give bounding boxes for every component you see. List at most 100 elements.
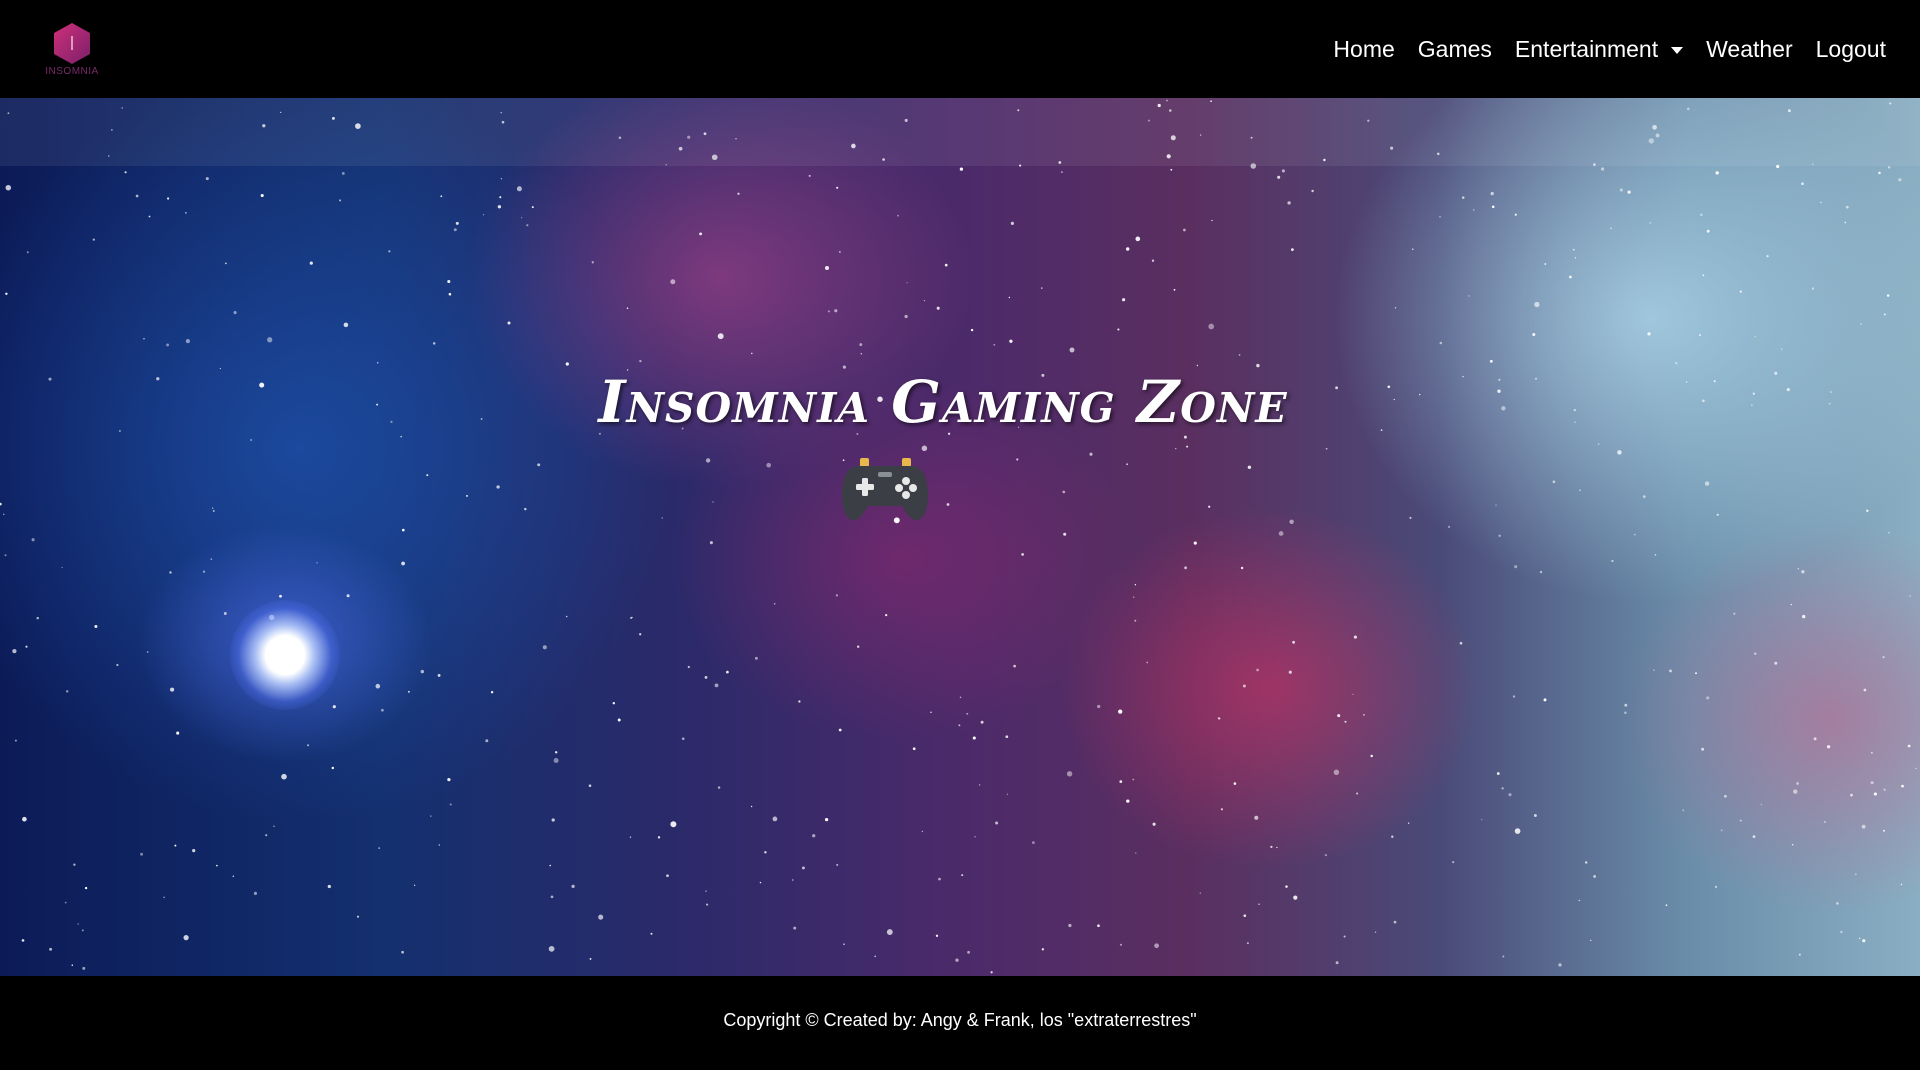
star [1695, 672, 1697, 675]
star [1502, 955, 1505, 958]
star [167, 197, 170, 200]
star [355, 123, 361, 129]
star [1533, 814, 1537, 817]
star [836, 186, 839, 189]
star [1863, 688, 1867, 692]
nav-link-weather[interactable]: Weather [1706, 36, 1793, 63]
star [1572, 248, 1575, 251]
star [966, 712, 969, 715]
star [378, 847, 381, 850]
star [1032, 841, 1035, 844]
star [507, 321, 511, 325]
star [1655, 133, 1660, 138]
star [1724, 794, 1727, 798]
star [192, 849, 196, 853]
star [1733, 612, 1736, 615]
star [1146, 661, 1149, 664]
star [343, 322, 349, 328]
nav-link-games[interactable]: Games [1418, 36, 1492, 63]
star [886, 929, 893, 936]
star [108, 155, 110, 157]
star [267, 337, 273, 343]
star [874, 955, 877, 958]
nav-link-home[interactable]: Home [1333, 36, 1394, 63]
star [1183, 228, 1186, 232]
star [687, 135, 691, 139]
star [280, 111, 282, 114]
star [935, 934, 939, 937]
star [36, 616, 39, 620]
star [265, 834, 268, 837]
star [548, 946, 555, 952]
nav-link-logout[interactable]: Logout [1816, 36, 1886, 63]
star [1363, 714, 1365, 716]
star [904, 118, 908, 122]
star [1760, 803, 1762, 806]
star [958, 724, 961, 727]
star [1208, 323, 1215, 330]
star [61, 566, 63, 569]
star [316, 562, 318, 564]
star [1233, 782, 1237, 785]
star [834, 309, 838, 313]
star [1394, 307, 1397, 309]
star [26, 251, 29, 254]
star [798, 700, 801, 703]
star [1017, 109, 1020, 112]
star [1887, 166, 1891, 169]
star [1006, 793, 1009, 795]
star [835, 594, 838, 597]
star [1287, 201, 1291, 205]
star [549, 864, 551, 867]
star [1490, 191, 1494, 196]
star [1352, 693, 1354, 695]
star [1333, 769, 1340, 776]
star [851, 143, 856, 149]
star [520, 217, 523, 219]
star [1412, 248, 1414, 250]
star [332, 117, 335, 120]
star [1489, 359, 1493, 363]
star [332, 705, 336, 709]
bright-star [230, 600, 340, 710]
star [169, 571, 172, 574]
star [432, 342, 436, 345]
star [1473, 209, 1475, 211]
star [1041, 287, 1043, 289]
star [1481, 818, 1483, 821]
nav-dropdown-entertainment-label: Entertainment [1514, 35, 1659, 62]
star [1649, 222, 1652, 224]
star [1627, 190, 1631, 194]
star [448, 292, 452, 296]
nav-dropdown-entertainment[interactable]: Entertainment [1514, 35, 1684, 63]
star [1278, 531, 1284, 536]
star [1870, 751, 1873, 754]
star [5, 292, 8, 295]
star [1199, 892, 1201, 894]
star [699, 232, 702, 236]
star [588, 784, 592, 787]
brand-logo[interactable]: INSOMNIA [40, 20, 104, 82]
star [670, 821, 677, 828]
star [1716, 513, 1719, 516]
star [212, 507, 214, 509]
star [1813, 737, 1817, 741]
star [1889, 102, 1892, 105]
star [773, 603, 776, 605]
star [1491, 205, 1495, 209]
star [630, 617, 632, 619]
star [1600, 167, 1605, 171]
star [666, 874, 669, 878]
star [135, 194, 139, 198]
star [626, 307, 629, 309]
star [1850, 793, 1853, 797]
star [466, 494, 468, 497]
star [1117, 328, 1120, 331]
star [1593, 163, 1596, 166]
star [970, 328, 974, 332]
star [1393, 920, 1397, 924]
star [1068, 923, 1072, 928]
star [930, 711, 932, 714]
star [1448, 525, 1451, 528]
star [1134, 584, 1137, 586]
